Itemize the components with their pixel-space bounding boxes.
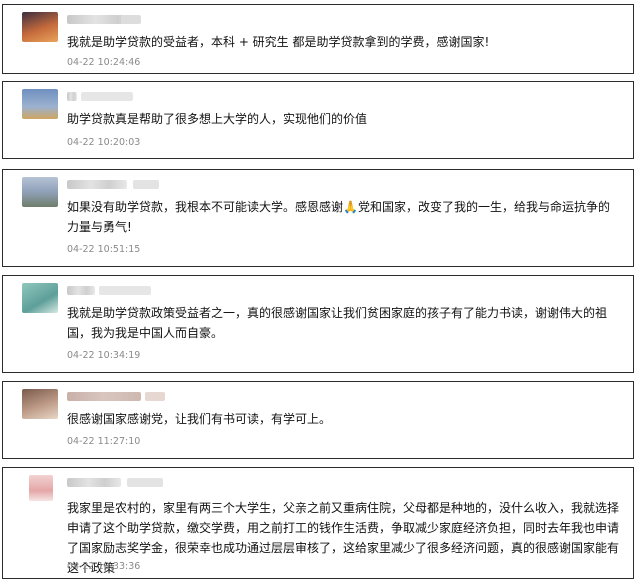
username-blurred xyxy=(133,180,159,189)
comment-text: 我家里是农村的，家里有两三个大学生，父亲之前又重病住院，父母都是种地的，没什么收… xyxy=(67,501,620,575)
comment-time: 04-22 10:33:36 xyxy=(67,561,141,572)
comment-time: 04-22 11:27:10 xyxy=(67,436,141,447)
comment-text: 助学贷款真是帮助了很多想上大学的人，实现他们的价值 xyxy=(67,112,368,126)
username-blurred[interactable] xyxy=(67,392,141,401)
username-blurred xyxy=(121,15,141,24)
comment-time: 04-22 10:20:03 xyxy=(67,137,141,148)
username-blurred xyxy=(127,478,163,487)
comment-card: 我家里是农村的，家里有两三个大学生，父亲之前又重病住院，父母都是种地的，没什么收… xyxy=(2,467,634,579)
comment-card: 我就是助学贷款的受益者，本科 + 研究生 都是助学贷款拿到的学费，感谢国家! 0… xyxy=(2,4,634,74)
username-blurred xyxy=(81,92,133,101)
comment-text: 我就是助学贷款的受益者，本科 + 研究生 都是助学贷款拿到的学费，感谢国家! xyxy=(67,35,490,49)
comment-card: 如果没有助学贷款，我根本不可能读大学。感恩感谢🙏党和国家，改变了我的一生，给我与… xyxy=(2,169,634,267)
avatar[interactable] xyxy=(22,89,58,119)
avatar[interactable] xyxy=(22,283,58,313)
username-blurred[interactable] xyxy=(67,478,121,487)
avatar[interactable] xyxy=(29,475,53,501)
comment-time: 04-22 10:24:46 xyxy=(67,57,141,68)
avatar[interactable] xyxy=(22,177,58,207)
username-blurred[interactable] xyxy=(67,180,127,189)
comment-text: 我就是助学贷款政策受益者之一，真的很感谢国家让我们贫困家庭的孩子有了能力书读，谢… xyxy=(67,306,608,340)
comment-card: 助学贷款真是帮助了很多想上大学的人，实现他们的价值 04-22 10:20:03 xyxy=(2,81,634,159)
username-blurred[interactable] xyxy=(67,92,77,101)
comment-card: 我就是助学贷款政策受益者之一，真的很感谢国家让我们贫困家庭的孩子有了能力书读，谢… xyxy=(2,275,634,373)
avatar[interactable] xyxy=(22,12,58,42)
username-blurred[interactable] xyxy=(67,286,95,295)
comment-time: 04-22 10:51:15 xyxy=(67,244,141,255)
username-blurred xyxy=(145,392,165,401)
comment-time: 04-22 10:34:19 xyxy=(67,350,141,361)
comment-text: 如果没有助学贷款，我根本不可能读大学。感恩感谢🙏党和国家，改变了我的一生，给我与… xyxy=(67,200,610,234)
comment-text: 很感谢国家感谢党，让我们有书可读，有学可上。 xyxy=(67,412,332,426)
username-blurred xyxy=(99,286,151,295)
comment-card: 很感谢国家感谢党，让我们有书可读，有学可上。 04-22 11:27:10 xyxy=(2,381,634,459)
avatar[interactable] xyxy=(22,389,58,419)
